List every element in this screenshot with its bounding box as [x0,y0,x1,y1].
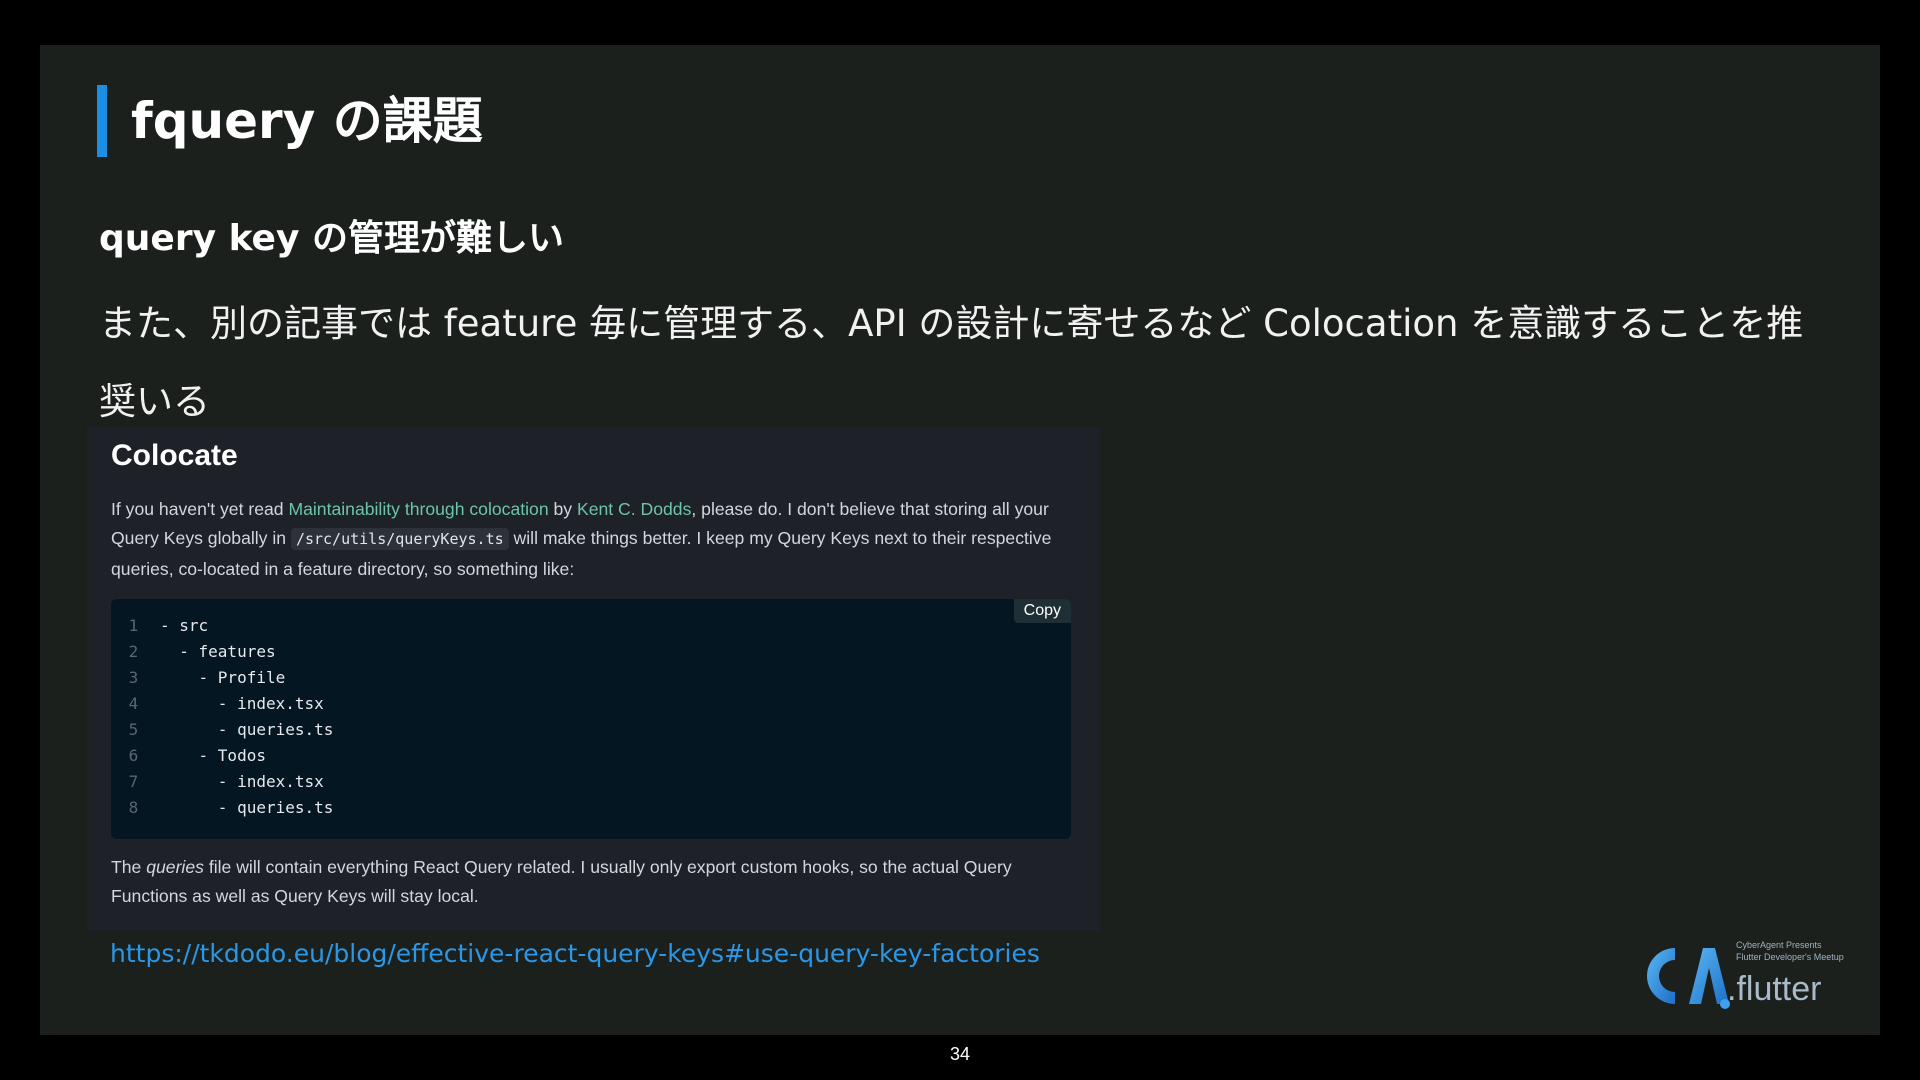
code-text: - Todos [160,746,266,765]
article-paragraph-1: If you haven't yet read Maintainability … [111,495,1086,584]
line-number: 2 [128,642,139,661]
code-line: 5 - queries.ts [111,717,334,743]
code-line: 6 - Todos [111,743,266,769]
inline-code-path: /src/utils/queryKeys.ts [290,528,509,551]
code-line: 3 - Profile [111,665,286,691]
ca-logo-icon [1647,948,1730,1009]
cyberagent-flutter-logo: CyberAgent Presents Flutter Developer's … [1635,940,1865,1018]
page-number: 34 [949,1044,971,1064]
slide-subtitle: query key の管理が難しい [99,218,564,259]
colocation-link[interactable]: Maintainability through colocation [288,499,548,519]
code-text: - src [160,616,209,635]
code-block: Copy 1- src 2 - features 3 - Profile 4 - in… [111,599,1071,839]
code-text: - queries.ts [160,720,334,739]
line-number: 4 [128,694,139,713]
slide: fquery の課題 query key の管理が難しい また、別の記事では f… [40,45,1880,1035]
code-text: - features [160,642,276,661]
code-text: - index.tsx [160,772,324,791]
p1-text-2: by [548,499,577,519]
line-number: 5 [128,720,139,739]
code-text: - queries.ts [160,798,334,817]
logo-line-1: CyberAgent Presents [1736,940,1822,950]
line-number: 3 [128,668,139,687]
line-number: 1 [128,616,139,635]
line-number: 8 [128,798,139,817]
kent-dodds-link[interactable]: Kent C. Dodds [577,499,691,519]
title-accent-bar [97,85,107,157]
p2-text-1: The [111,857,147,877]
code-line: 1 - src [111,613,209,639]
p1-text-1: If you haven't yet read [111,499,289,519]
logo-wordmark: .flutter [1727,970,1822,1008]
logo-line-2: Flutter Developer's Meetup [1736,952,1844,962]
source-url-link[interactable]: https://tkdodo.eu/blog/effective-react-q… [110,939,1040,968]
slide-body-text: また、別の記事では feature 毎に管理する、API の設計に寄せるなど C… [99,302,1804,423]
line-number: 7 [128,772,139,791]
p2-text-2: file will contain everything React Query… [111,857,1012,907]
code-text: - Profile [160,668,286,687]
article-screenshot: Colocate If you haven't yet read Maintai… [87,427,1100,931]
p2-emphasis: queries [146,857,204,877]
code-line: 8 - queries.ts [111,795,334,821]
article-heading: Colocate [111,439,238,472]
code-line: 2 - features [111,639,276,665]
copy-button[interactable]: Copy [1013,599,1071,623]
code-text: - index.tsx [160,694,324,713]
line-number: 6 [128,746,139,765]
code-line: 4 - index.tsx [111,691,324,717]
code-line: 7 - index.tsx [111,769,324,795]
slide-title: fquery の課題 [131,92,483,150]
article-paragraph-2: The queries file will contain everything… [111,853,1086,912]
